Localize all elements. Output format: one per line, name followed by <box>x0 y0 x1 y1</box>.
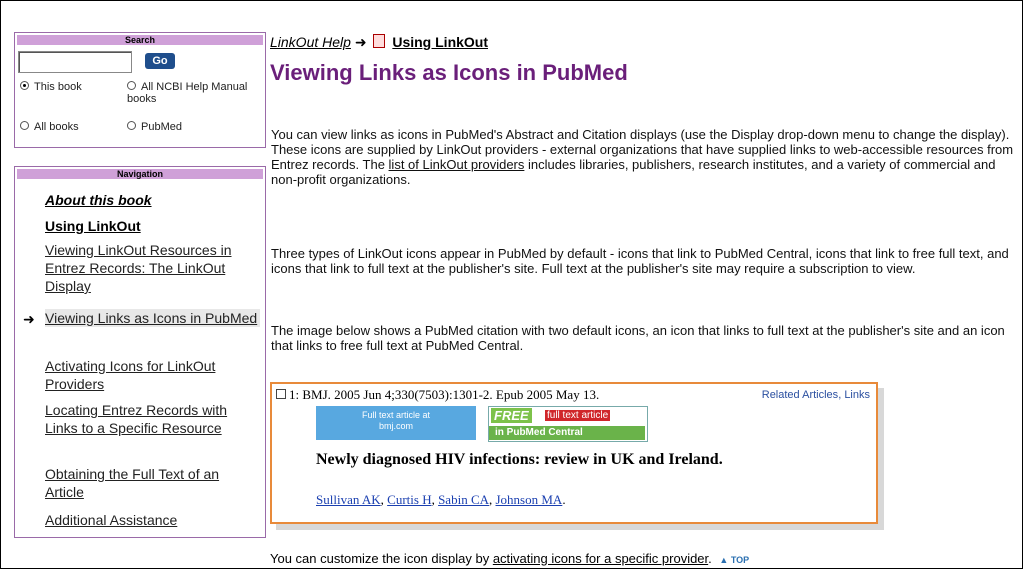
bmj-fulltext-icon[interactable]: Full text article at bmj.com <box>316 406 476 440</box>
nav-item-using-linkout[interactable]: Using LinkOut <box>45 217 260 235</box>
citation-line: 1: BMJ. 2005 Jun 4;330(7503):1301-2. Epu… <box>276 387 599 403</box>
navigation-panel-title: Navigation <box>17 169 263 179</box>
nav-item-linkout-display[interactable]: Viewing LinkOut Resources in Entrez Reco… <box>45 241 260 295</box>
related-links: Related Articles, Links <box>761 389 870 401</box>
search-panel: Search Go This book All NCBI Help Manual… <box>14 32 266 148</box>
radio-all-books[interactable]: All books <box>20 121 79 133</box>
breadcrumb: LinkOut Help ➜ Using LinkOut <box>270 34 488 51</box>
citation-example: 1: BMJ. 2005 Jun 4;330(7503):1301-2. Epu… <box>270 382 878 524</box>
nav-item-viewing-links[interactable]: Viewing Links as Icons in PubMed <box>45 309 260 327</box>
up-arrow-icon: ▲ <box>719 555 729 565</box>
image-description-paragraph: The image below shows a PubMed citation … <box>271 323 1005 353</box>
author-link[interactable]: Curtis H <box>387 492 431 507</box>
nav-item-obtaining-full-text[interactable]: Obtaining the Full Text of an Article <box>45 465 260 501</box>
radio-icon <box>20 121 29 130</box>
citation-checkbox[interactable] <box>276 389 286 399</box>
radio-all-ncbi[interactable]: All NCBI Help Manual books <box>127 81 262 105</box>
search-panel-title: Search <box>17 35 263 45</box>
current-arrow-icon: ➜ <box>23 311 35 327</box>
pmc-free-fulltext-icon[interactable]: FREE full text article in PubMed Central <box>488 406 648 442</box>
author-link[interactable]: Sabin CA <box>438 492 489 507</box>
navigation-panel: Navigation About this book Using LinkOut… <box>14 166 266 538</box>
icon-types-paragraph: Three types of LinkOut icons appear in P… <box>271 246 1009 276</box>
nav-item-locating-records[interactable]: Locating Entrez Records with Links to a … <box>45 401 260 437</box>
radio-icon <box>127 121 136 130</box>
citation-authors: Sullivan AK, Curtis H, Sabin CA, Johnson… <box>316 492 566 507</box>
search-input[interactable] <box>18 51 132 73</box>
author-link[interactable]: Sullivan AK <box>316 492 381 507</box>
radio-this-book[interactable]: This book <box>20 81 82 93</box>
radio-icon <box>127 81 136 90</box>
author-link[interactable]: Johnson MA <box>496 492 563 507</box>
book-icon <box>373 34 386 48</box>
nav-item-activating-icons[interactable]: Activating Icons for LinkOut Providers <box>45 357 260 393</box>
radio-selected-icon <box>20 81 29 90</box>
radio-pubmed[interactable]: PubMed <box>127 121 182 133</box>
breadcrumb-current-link[interactable]: Using LinkOut <box>392 34 488 50</box>
customize-paragraph: You can customize the icon display by ac… <box>270 551 750 566</box>
intro-paragraph: You can view links as icons in PubMed's … <box>271 127 1014 187</box>
go-button[interactable]: Go <box>145 53 175 69</box>
breadcrumb-parent-link[interactable]: LinkOut Help <box>270 34 351 50</box>
related-articles-link[interactable]: Related Articles <box>762 389 838 401</box>
top-link[interactable]: ▲ TOP <box>719 555 749 565</box>
providers-list-link[interactable]: list of LinkOut providers <box>389 157 525 172</box>
activating-icons-link[interactable]: activating icons for a specific provider <box>493 551 708 566</box>
citation-title: Newly diagnosed HIV infections: review i… <box>316 451 723 468</box>
page-title: Viewing Links as Icons in PubMed <box>270 60 628 85</box>
breadcrumb-arrow-icon: ➜ <box>354 34 367 50</box>
nav-item-about[interactable]: About this book <box>45 191 260 209</box>
nav-item-additional-assistance[interactable]: Additional Assistance <box>45 511 260 529</box>
links-link[interactable]: Links <box>844 389 870 401</box>
